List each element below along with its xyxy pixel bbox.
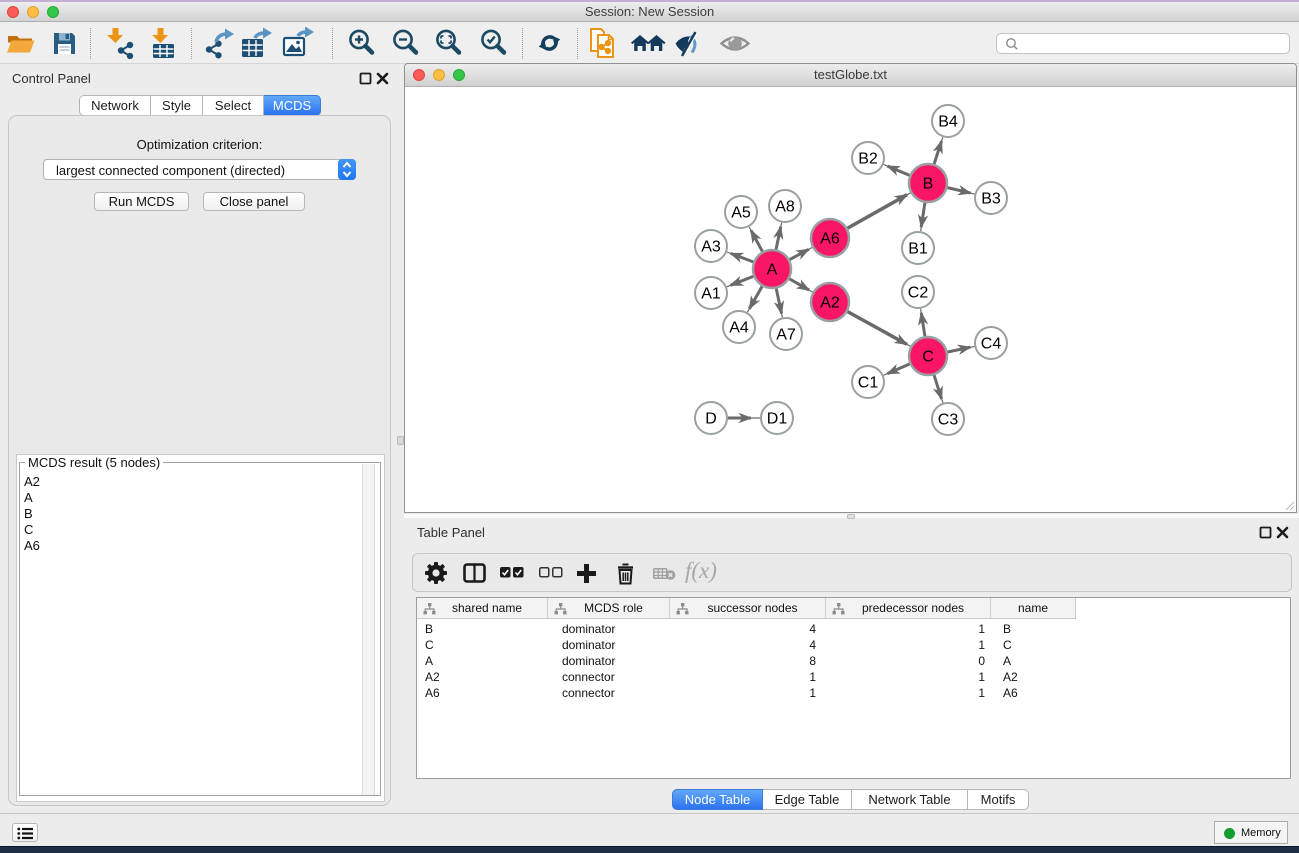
svg-text:D: D xyxy=(705,411,717,428)
svg-text:C3: C3 xyxy=(938,412,959,429)
svg-text:C4: C4 xyxy=(981,336,1002,353)
svg-text:C1: C1 xyxy=(858,375,879,392)
svg-text:B2: B2 xyxy=(858,151,878,168)
svg-text:B: B xyxy=(923,176,934,193)
svg-text:A8: A8 xyxy=(775,199,795,216)
svg-text:A3: A3 xyxy=(701,239,721,256)
svg-text:B3: B3 xyxy=(981,191,1001,208)
svg-text:A5: A5 xyxy=(731,205,751,222)
svg-text:A2: A2 xyxy=(820,295,840,312)
svg-text:A: A xyxy=(767,262,778,279)
svg-text:C2: C2 xyxy=(908,285,929,302)
svg-text:B1: B1 xyxy=(908,241,928,258)
svg-text:A1: A1 xyxy=(701,286,721,303)
svg-text:B4: B4 xyxy=(938,114,958,131)
svg-text:A6: A6 xyxy=(820,231,840,248)
svg-text:A7: A7 xyxy=(776,327,796,344)
svg-text:D1: D1 xyxy=(767,411,788,428)
svg-text:C: C xyxy=(922,349,934,366)
svg-text:A4: A4 xyxy=(729,320,749,337)
